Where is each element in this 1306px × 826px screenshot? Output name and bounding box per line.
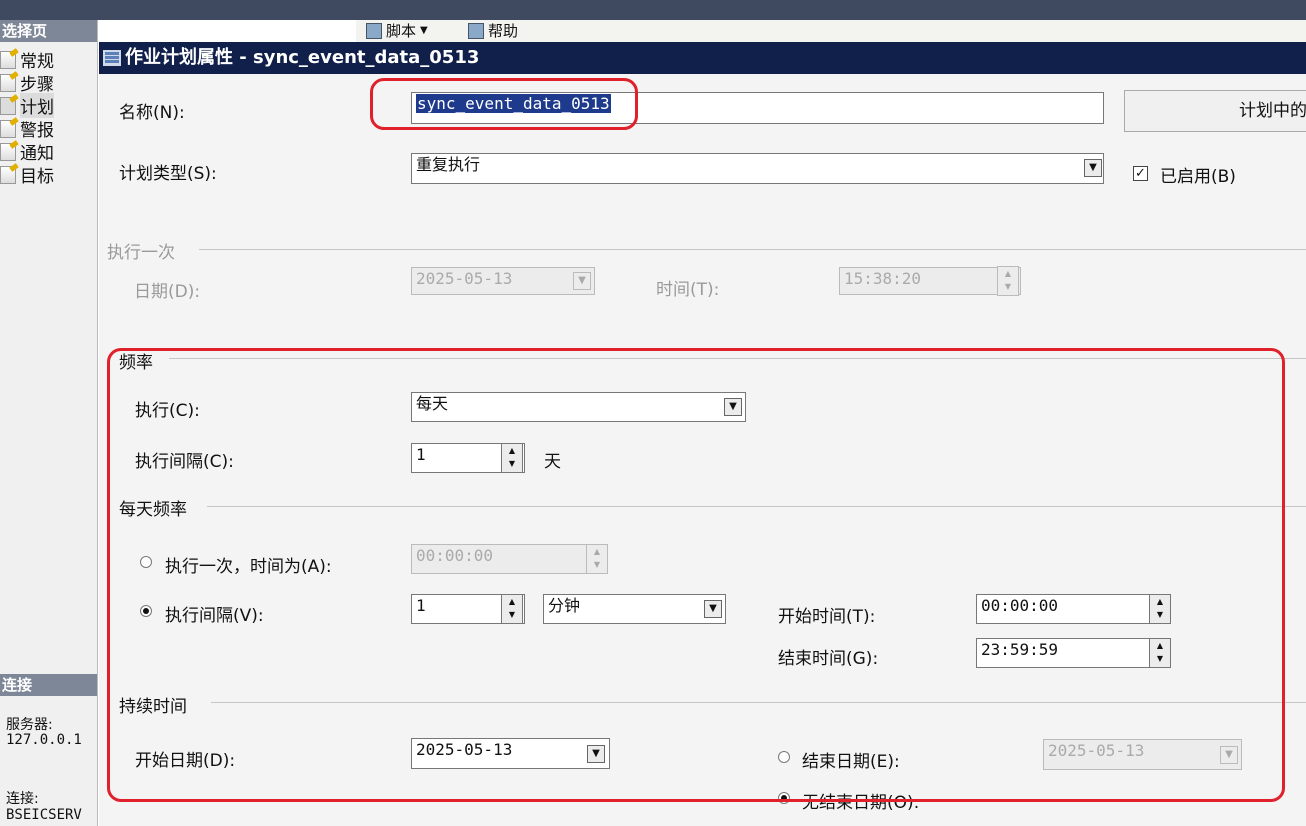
dialog-title-bar: 作业计划属性 - sync_event_data_0513 xyxy=(99,42,1306,74)
nav-item-label: 常规 xyxy=(20,52,54,72)
nav-item-targets[interactable]: 目标 xyxy=(0,163,54,187)
page-icon xyxy=(0,142,16,161)
nav-item-label: 警报 xyxy=(20,121,54,141)
frequency-highlight-box xyxy=(107,348,1285,802)
nav-item-general[interactable]: 常规 xyxy=(0,48,54,72)
chevron-down-icon: ▼ xyxy=(420,25,428,36)
one-time-time-value: 15:38:20 xyxy=(844,269,922,288)
nav-item-label: 步骤 xyxy=(20,75,54,95)
schedule-type-select[interactable]: 重复执行 xyxy=(411,153,1104,184)
one-time-group-label: 执行一次 xyxy=(107,243,175,263)
schedule-type-label: 计划类型(S): xyxy=(119,164,217,184)
enabled-checkbox[interactable]: ✓ xyxy=(1133,166,1148,181)
server-value: 127.0.0.1 xyxy=(6,732,82,748)
one-time-time-input[interactable]: 15:38:20 xyxy=(839,267,1021,295)
schedule-type-value: 重复执行 xyxy=(416,155,481,174)
group-divider xyxy=(199,249,1306,250)
nav-item-notifications[interactable]: 通知 xyxy=(0,140,54,164)
help-button[interactable]: 帮助 xyxy=(468,20,518,41)
name-highlight-box xyxy=(370,78,638,130)
nav-item-schedules[interactable]: 计划 xyxy=(0,93,54,118)
spin-arrows-icon[interactable]: ▲ ▼ xyxy=(997,266,1019,296)
page-icon xyxy=(0,96,16,115)
enabled-label: 已启用(B) xyxy=(1160,167,1236,187)
chevron-down-icon[interactable]: ▼ xyxy=(573,272,591,290)
page-icon xyxy=(0,73,16,92)
chevron-down-icon[interactable]: ▼ xyxy=(1084,159,1102,177)
one-time-date-input[interactable]: 2025-05-13 xyxy=(411,267,595,295)
window-icon xyxy=(103,50,121,66)
nav-item-steps[interactable]: 步骤 xyxy=(0,71,54,95)
one-time-date-label: 日期(D): xyxy=(134,282,201,302)
one-time-date-value: 2025-05-13 xyxy=(416,269,513,288)
nav-item-label: 计划 xyxy=(20,93,54,118)
left-pane: 选择页 常规 步骤 计划 警报 通知 目标 连接 服务器: 127.0.0.1 … xyxy=(0,20,98,826)
nav-item-label: 目标 xyxy=(20,167,54,187)
nav-item-alerts[interactable]: 警报 xyxy=(0,117,54,141)
parent-title-bar xyxy=(0,0,1306,20)
one-time-time-label: 时间(T): xyxy=(656,280,720,300)
select-page-header: 选择页 xyxy=(0,20,97,42)
connection-value: BSEICSERV xyxy=(6,807,82,823)
server-label: 服务器: xyxy=(6,717,53,733)
page-icon xyxy=(0,50,16,69)
jobs-in-schedule-button[interactable]: 计划中的 xyxy=(1124,90,1306,132)
nav-item-label: 通知 xyxy=(20,144,54,164)
script-button[interactable]: 脚本 ▼ xyxy=(366,20,428,41)
page-icon xyxy=(0,119,16,138)
help-label: 帮助 xyxy=(488,22,519,40)
name-label: 名称(N): xyxy=(119,103,185,123)
parent-toolbar: 脚本 ▼ 帮助 xyxy=(356,20,1306,43)
help-icon xyxy=(468,22,484,39)
script-label: 脚本 xyxy=(386,22,417,40)
script-icon xyxy=(366,22,382,39)
dialog-title: 作业计划属性 - sync_event_data_0513 xyxy=(125,47,480,68)
page-icon xyxy=(0,165,16,184)
connection-label: 连接: xyxy=(6,791,39,807)
connection-header: 连接 xyxy=(0,674,97,696)
